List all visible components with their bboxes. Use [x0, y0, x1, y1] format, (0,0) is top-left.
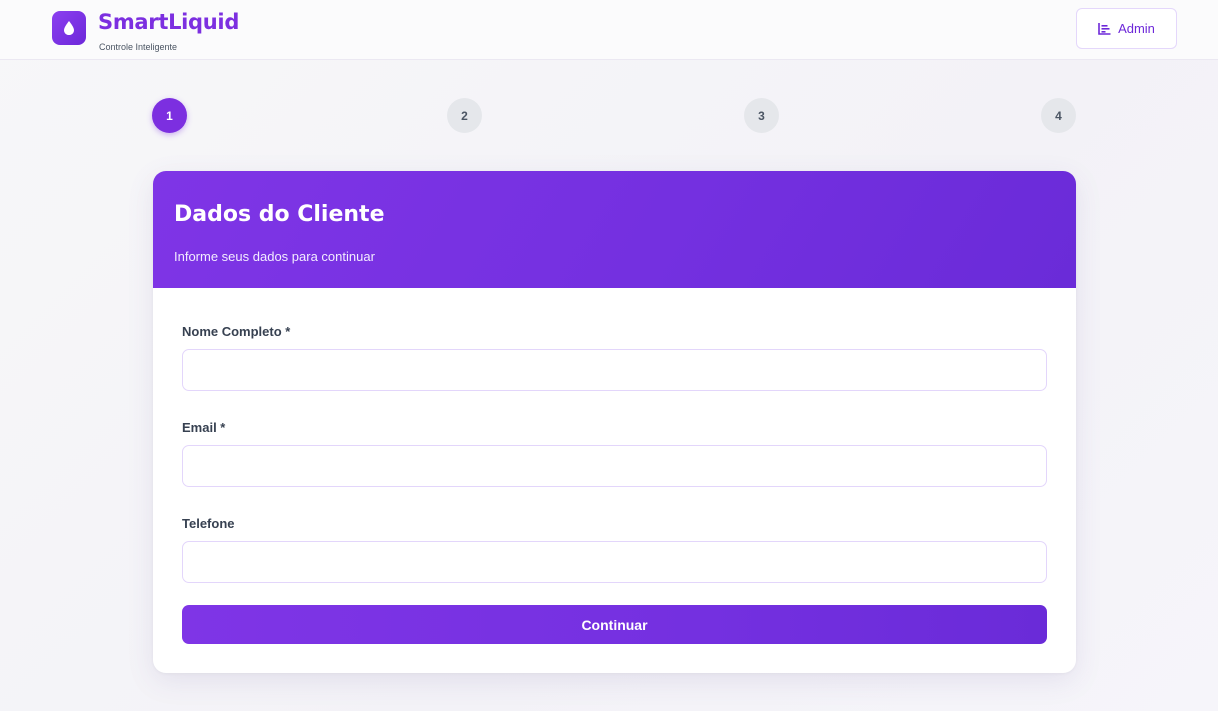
droplet-icon: [64, 21, 74, 35]
step-1: 1: [152, 98, 187, 133]
admin-button[interactable]: Admin: [1076, 8, 1177, 49]
brand-subtitle: Controle Inteligente: [99, 42, 178, 52]
client-data-card: Dados do Cliente Informe seus dados para…: [153, 171, 1076, 673]
email-input[interactable]: [182, 445, 1047, 487]
email-label: Email *: [182, 420, 226, 435]
phone-label: Telefone: [182, 516, 235, 531]
card-header: Dados do Cliente Informe seus dados para…: [153, 171, 1076, 288]
card-title: Dados do Cliente: [174, 202, 385, 227]
full-name-input[interactable]: [182, 349, 1047, 391]
card-subtitle: Informe seus dados para continuar: [174, 249, 375, 264]
admin-button-label: Admin: [1118, 21, 1155, 36]
continue-button[interactable]: Continuar: [182, 605, 1047, 644]
full-name-label: Nome Completo *: [182, 324, 291, 339]
brand-name: SmartLiquid: [98, 10, 240, 34]
step-3: 3: [744, 98, 779, 133]
chart-bar-icon: [1098, 22, 1111, 35]
step-2: 2: [447, 98, 482, 133]
phone-input[interactable]: [182, 541, 1047, 583]
top-header: SmartLiquid Controle Inteligente Admin: [0, 0, 1218, 60]
step-4: 4: [1041, 98, 1076, 133]
logo[interactable]: [52, 11, 86, 45]
